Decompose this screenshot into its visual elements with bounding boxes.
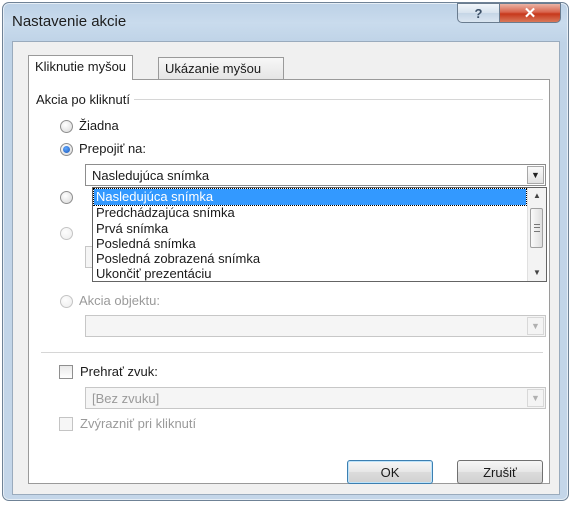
tab-label: Kliknutie myšou <box>35 59 127 74</box>
dropdown-option[interactable]: Posledná zobrazená snímka <box>94 251 526 267</box>
group-label: Akcia po kliknutí <box>36 92 134 107</box>
grip-icon <box>533 224 540 232</box>
close-icon: ✕ <box>523 5 537 22</box>
link-to-value: Nasledujúca snímka <box>92 168 210 183</box>
play-sound-checkbox[interactable] <box>59 365 73 379</box>
highlight-checkbox[interactable] <box>59 417 73 431</box>
dropdown-option[interactable]: Posledná snímka <box>94 236 526 252</box>
radio-object-action-label: Akcia objektu: <box>79 293 160 308</box>
play-sound-label: Prehrať zvuk: <box>80 364 158 379</box>
dialog-client-area: Kliknutie myšou Ukázanie myšou Akcia po … <box>12 41 560 495</box>
dropdown-option[interactable]: Ukončiť prezentáciu <box>94 266 526 282</box>
radio-selected-dot <box>63 146 70 153</box>
ok-button[interactable]: OK <box>347 460 433 484</box>
dropdown-option[interactable]: Predchádzajúca snímka <box>94 205 526 221</box>
link-to-select[interactable]: Nasledujúca snímka ▼ <box>85 164 546 186</box>
tab-mouse-over[interactable]: Ukázanie myšou <box>158 57 284 80</box>
dropdown-option[interactable]: Prvá snímka <box>94 221 526 237</box>
separator <box>41 352 543 353</box>
tab-mouse-click[interactable]: Kliknutie myšou <box>28 55 134 80</box>
highlight-label: Zvýrazniť pri kliknutí <box>80 416 197 431</box>
radio-hidden-2[interactable] <box>60 227 73 240</box>
radio-none[interactable] <box>60 120 73 133</box>
scroll-up-icon[interactable]: ▲ <box>529 188 545 203</box>
help-icon: ? <box>474 5 483 21</box>
scroll-down-icon[interactable]: ▼ <box>529 265 545 280</box>
close-button[interactable]: ✕ <box>499 3 561 23</box>
chevron-down-icon[interactable]: ▼ <box>527 166 544 184</box>
tab-label: Ukázanie myšou <box>165 61 262 76</box>
dropdown-scrollbar[interactable]: ▲ ▼ <box>527 188 546 281</box>
radio-object-action[interactable] <box>60 295 73 308</box>
window-title: Nastavenie akcie <box>12 13 127 30</box>
sound-select: [Bez zvuku] ▼ <box>85 387 546 409</box>
radio-none-label: Žiadna <box>79 118 119 133</box>
link-to-dropdown-list[interactable]: Nasledujúca snímka Predchádzajúca snímka… <box>92 187 547 282</box>
radio-link-to-label: Prepojiť na: <box>79 141 147 156</box>
chevron-down-icon: ▼ <box>527 389 544 407</box>
dropdown-option[interactable]: Nasledujúca snímka <box>93 188 527 206</box>
object-action-select: ▼ <box>85 315 546 337</box>
help-button[interactable]: ? <box>457 3 500 23</box>
ok-button-label: OK <box>380 464 400 480</box>
scrollbar-thumb[interactable] <box>530 208 543 248</box>
tab-panel: Akcia po kliknutí Žiadna Prepojiť na: Na… <box>28 79 550 484</box>
sound-value: [Bez zvuku] <box>92 391 160 406</box>
chevron-down-icon: ▼ <box>527 317 544 335</box>
cancel-button[interactable]: Zrušiť <box>457 460 543 484</box>
radio-link-to[interactable] <box>60 143 73 156</box>
radio-hidden-1[interactable] <box>60 191 73 204</box>
cancel-button-label: Zrušiť <box>483 464 517 480</box>
dialog-window: Nastavenie akcie ? ✕ Kliknutie myšou Uká… <box>2 2 569 501</box>
